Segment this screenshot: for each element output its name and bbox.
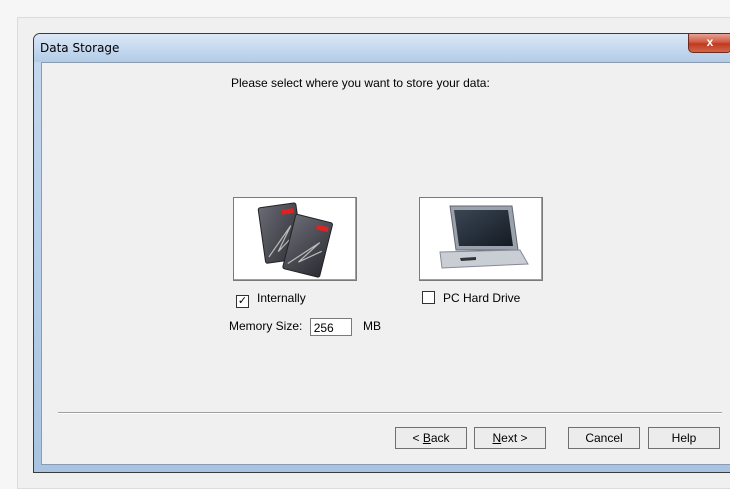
memory-size-row: Memory Size: 256 MB (229, 318, 381, 336)
internally-label: Internally (257, 291, 306, 305)
close-button[interactable]: x (688, 34, 730, 53)
back-button-prefix: < (412, 431, 423, 445)
next-button[interactable]: Next > (474, 427, 546, 449)
back-button[interactable]: < Back (395, 427, 467, 449)
pc-hard-drive-option[interactable]: PC Hard Drive (422, 291, 520, 305)
button-separator (58, 412, 722, 414)
cancel-button-label: Cancel (585, 431, 623, 445)
cancel-button[interactable]: Cancel (568, 427, 640, 449)
internal-storage-image-button[interactable] (233, 197, 357, 281)
pc-hard-drive-checkbox[interactable] (422, 291, 435, 304)
memory-size-label: Memory Size: (229, 319, 303, 334)
internally-option[interactable]: ✓ Internally (236, 291, 306, 308)
back-button-accel: B (422, 431, 431, 445)
internally-checkbox[interactable]: ✓ (236, 295, 249, 308)
laptop-image (439, 205, 529, 269)
help-button[interactable]: Help (648, 427, 720, 449)
memory-size-input[interactable]: 256 (309, 318, 352, 336)
help-button-label: Help (671, 431, 697, 445)
next-button-accel: N (492, 431, 502, 445)
close-icon: x (706, 35, 714, 49)
dialog-body (41, 62, 730, 465)
next-button-label: ext > (501, 431, 528, 445)
prompt-text: Please select where you want to store yo… (231, 76, 490, 90)
title-bar[interactable]: Data Storage x (34, 34, 730, 62)
back-button-label: ack (430, 431, 450, 445)
pc-hard-drive-label: PC Hard Drive (443, 291, 521, 305)
data-storage-dialog: Data Storage x (33, 33, 730, 473)
window-title: Data Storage (40, 41, 120, 55)
pc-hard-drive-image-button[interactable] (419, 197, 543, 281)
memory-cards-image (257, 202, 333, 278)
memory-unit-label: MB (363, 319, 382, 334)
